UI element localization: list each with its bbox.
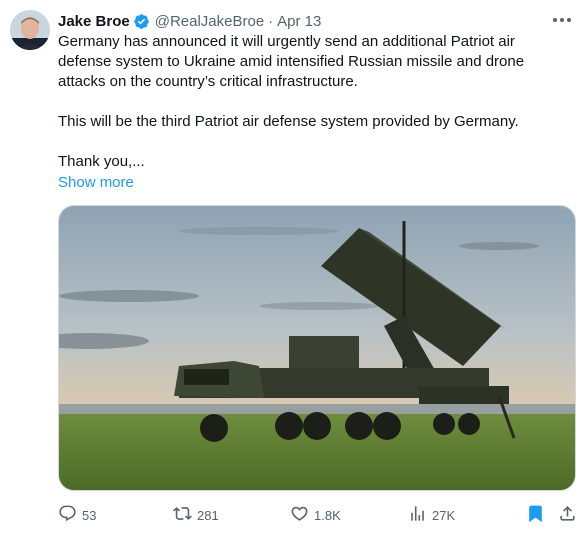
tweet-text-line: attacks on the country’s critical infras… xyxy=(58,73,358,90)
reply-icon xyxy=(58,504,77,526)
tweet-text-line: defense system to Ukraine amid intensifi… xyxy=(58,53,525,70)
author-handle[interactable]: @RealJakeBroe xyxy=(155,13,264,30)
views-button[interactable]: 27K xyxy=(408,504,455,526)
verified-badge-icon xyxy=(133,13,150,30)
tweet-card[interactable]: Jake Broe @RealJakeBroe · Apr 13 Germany… xyxy=(0,0,586,540)
reply-count: 53 xyxy=(82,507,97,523)
share-button[interactable] xyxy=(558,504,577,526)
views-chart-icon xyxy=(408,504,427,526)
heart-icon xyxy=(290,504,309,526)
tweet-date[interactable]: Apr 13 xyxy=(277,13,321,30)
like-count: 1.8K xyxy=(314,507,341,523)
like-button[interactable]: 1.8K xyxy=(290,504,341,526)
more-horizontal-icon[interactable] xyxy=(550,10,574,30)
tweet-actions: 53 281 1.8K 27K xyxy=(58,504,578,526)
tweet-text: Germany has announced it will urgently s… xyxy=(58,32,568,172)
author-name[interactable]: Jake Broe xyxy=(58,13,130,30)
separator-dot: · xyxy=(268,12,274,30)
show-more-link[interactable]: Show more xyxy=(58,173,134,193)
share-icon xyxy=(558,504,577,526)
views-count: 27K xyxy=(432,507,456,523)
tweet-header: Jake Broe @RealJakeBroe · Apr 13 xyxy=(58,11,321,31)
reply-button[interactable]: 53 xyxy=(58,504,96,526)
tweet-media-image[interactable] xyxy=(58,205,576,491)
tweet-text-line: Thank you,... xyxy=(58,153,145,170)
repost-count: 281 xyxy=(197,507,219,523)
repost-icon xyxy=(173,504,192,526)
avatar[interactable] xyxy=(10,10,50,50)
tweet-text-line: Germany has announced it will urgently s… xyxy=(58,33,515,50)
repost-button[interactable]: 281 xyxy=(173,504,219,526)
bookmark-button[interactable] xyxy=(526,504,545,526)
tweet-text-line: This will be the third Patriot air defen… xyxy=(58,113,519,130)
bookmark-icon xyxy=(526,504,545,526)
